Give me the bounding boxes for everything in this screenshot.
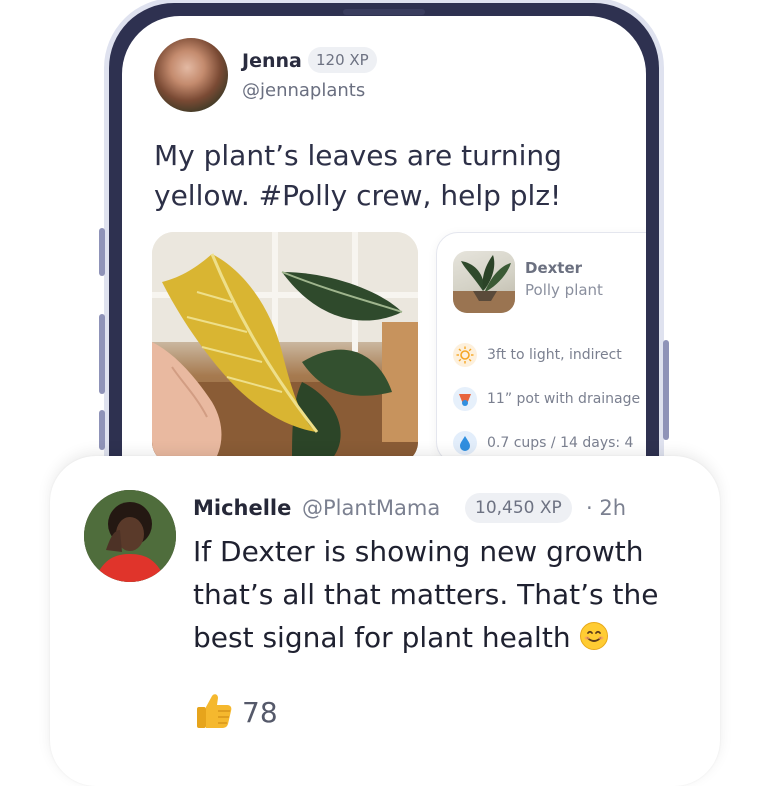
care-pot-text: 11” pot with drainage <box>487 391 641 407</box>
pot-icon <box>453 387 477 411</box>
comment-author-name[interactable]: Michelle <box>193 496 291 520</box>
like-count: 78 <box>242 695 278 729</box>
like-button[interactable]: 78 <box>192 688 278 736</box>
plant-thumbnail <box>453 251 515 313</box>
comment-text-container: If Dexter is showing new growth that’s a… <box>193 530 713 663</box>
care-water-text: 0.7 cups / 14 days: 4 <box>487 435 634 451</box>
phone-speaker <box>343 9 425 15</box>
post-author-handle[interactable]: @jennaplants <box>242 80 365 101</box>
comment-author-handle[interactable]: @PlantMama <box>302 496 440 520</box>
care-light-text: 3ft to light, indirect <box>487 347 622 363</box>
plant-card[interactable]: Dexter Polly plant 3ft to light, indirec… <box>436 232 646 464</box>
avatar-michelle-image <box>84 490 176 582</box>
smiling-face-emoji-icon <box>579 620 609 663</box>
avatar[interactable] <box>154 38 228 112</box>
xp-badge: 120 XP <box>308 47 377 73</box>
sun-icon <box>453 343 477 367</box>
phone-side-button <box>99 314 105 394</box>
phone-side-button <box>663 340 669 440</box>
post-photo[interactable] <box>152 232 418 464</box>
plant-thumbnail-image <box>453 255 515 313</box>
water-drop-icon <box>453 431 477 455</box>
post-text: My plant’s leaves are turning yellow. #P… <box>154 139 562 212</box>
leaf-photo-illustration <box>152 232 418 464</box>
avatar[interactable] <box>84 490 176 582</box>
comment-timestamp: · 2h <box>586 496 627 520</box>
care-row-water: 0.7 cups / 14 days: 4 <box>453 429 633 457</box>
plant-type: Polly plant <box>525 281 603 299</box>
phone-side-button <box>99 410 105 450</box>
xp-badge: 10,450 XP <box>465 493 572 523</box>
thumbs-up-icon <box>192 688 236 736</box>
care-row-pot: 11” pot with drainage <box>453 385 640 413</box>
care-row-light: 3ft to light, indirect <box>453 341 622 369</box>
plant-name: Dexter <box>525 259 583 277</box>
post-author-name[interactable]: Jenna <box>242 50 302 72</box>
phone-side-button <box>99 228 105 276</box>
